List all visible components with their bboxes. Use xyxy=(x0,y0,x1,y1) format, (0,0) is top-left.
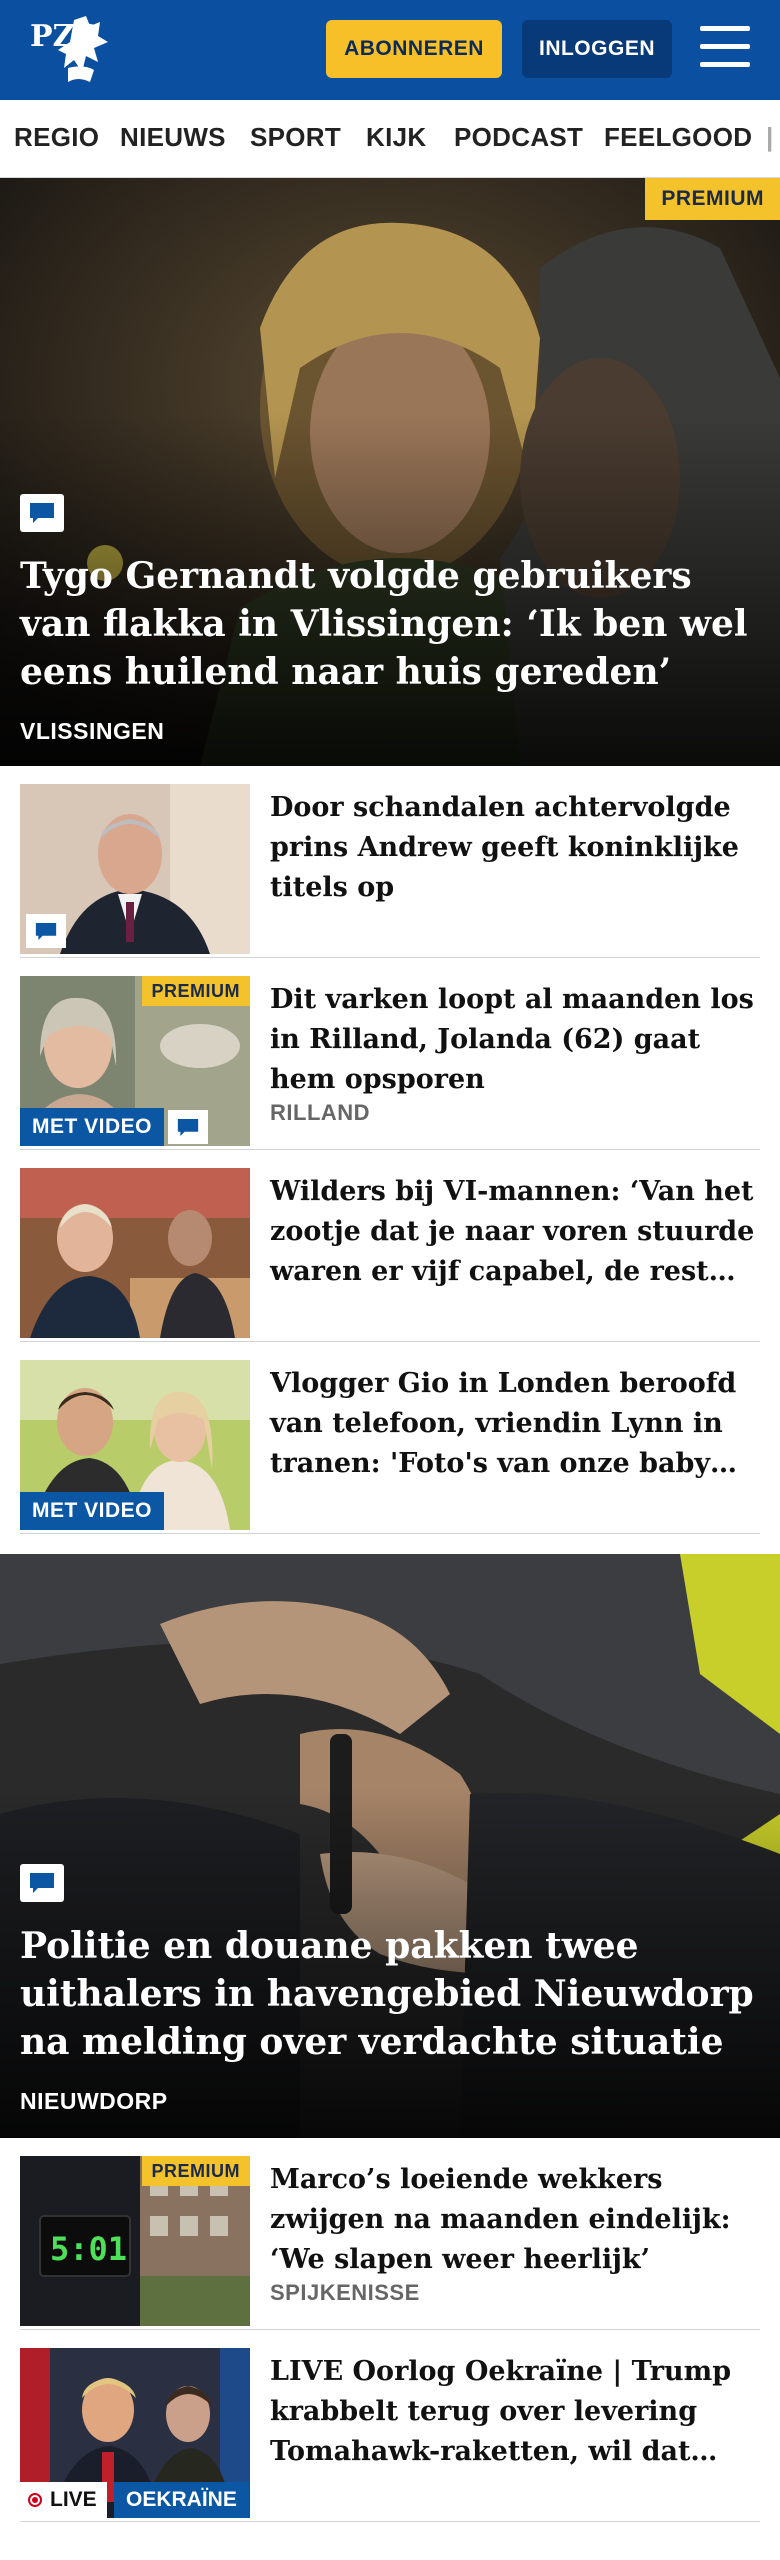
article-thumbnail xyxy=(20,1168,250,1338)
nav-item-podcast[interactable]: PODCAST xyxy=(454,122,583,153)
hero-article-tygo[interactable]: PREMIUM Tygo Gernandt volgde gebruikers … xyxy=(0,178,780,766)
list-item[interactable]: 5:01 PREMIUM Marco’s loeiende wekkers zw… xyxy=(20,2138,760,2330)
article-thumbnail: PREMIUM MET VIDEO xyxy=(20,976,250,1146)
list-item[interactable]: Door schandalen achtervolgde prins Andre… xyxy=(20,766,760,958)
article-thumbnail: MET VIDEO xyxy=(20,1360,250,1530)
list-item[interactable]: Wilders bij VI-mannen: ‘Van het zootje d… xyxy=(20,1150,760,1342)
article-title[interactable]: Dit varken loopt al maanden los in Rilla… xyxy=(270,980,760,1100)
article-location-tag: RILLAND xyxy=(270,1100,371,1125)
video-badge: MET VIDEO xyxy=(20,1492,165,1530)
article-thumbnail: LIVE OEKRAÏNE xyxy=(20,2348,250,2518)
topic-badge: OEKRAÏNE xyxy=(114,2482,249,2518)
pzc-logo[interactable]: PZC xyxy=(28,12,112,88)
clock-display: 5:01 xyxy=(50,2230,127,2268)
article-title[interactable]: Marco’s loeiende wekkers zwijgen na maan… xyxy=(270,2160,760,2280)
comment-icon[interactable] xyxy=(26,914,66,948)
article-thumbnail: 5:01 PREMIUM xyxy=(20,2156,250,2326)
list-item[interactable]: MET VIDEO Vlogger Gio in Londen beroofd … xyxy=(20,1342,760,1534)
nav-item-regio[interactable]: REGIO xyxy=(14,122,99,153)
article-location-tag: SPIJKENISSE xyxy=(270,2280,420,2305)
premium-badge: PREMIUM xyxy=(141,976,250,1006)
nav-overflow-indicator: | xyxy=(766,122,774,152)
comment-icon[interactable] xyxy=(20,1864,64,1902)
hero-location-tag: VLISSINGEN xyxy=(20,718,165,744)
article-title[interactable]: Door schandalen achtervolgde prins Andre… xyxy=(270,788,760,908)
nav-item-sport[interactable]: SPORT xyxy=(250,122,341,153)
list-item[interactable]: PREMIUM MET VIDEO Dit varken loopt al ma… xyxy=(20,958,760,1150)
nav-item-nieuws[interactable]: NIEUWS xyxy=(120,122,226,153)
hero-article-nieuwdorp[interactable]: Politie en douane pakken twee uithalers … xyxy=(0,1554,780,2138)
hero-title[interactable]: Tygo Gernandt volgde gebruikers van flak… xyxy=(20,552,760,696)
article-title[interactable]: Wilders bij VI-mannen: ‘Van het zootje d… xyxy=(270,1172,760,1292)
nav-item-kijk[interactable]: KIJK xyxy=(366,122,426,153)
premium-badge: PREMIUM xyxy=(141,2156,250,2186)
live-badge: LIVE xyxy=(20,2482,107,2518)
site-header: PZC ABONNEREN INLOGGEN xyxy=(0,0,780,100)
live-label: LIVE xyxy=(50,2488,97,2511)
hero-location-tag: NIEUWDORP xyxy=(20,2088,168,2114)
premium-badge: PREMIUM xyxy=(645,178,780,220)
comment-icon[interactable] xyxy=(20,494,64,532)
menu-icon[interactable] xyxy=(700,26,750,72)
list-item[interactable]: LIVE OEKRAÏNE LIVE Oorlog Oekraïne | Tru… xyxy=(20,2330,760,2522)
article-title[interactable]: LIVE Oorlog Oekraïne | Trump krabbelt te… xyxy=(270,2352,760,2472)
article-thumbnail xyxy=(20,784,250,954)
section-nav: REGIO NIEUWS SPORT KIJK PODCAST FEELGOOD… xyxy=(0,100,780,178)
login-button[interactable]: INLOGGEN xyxy=(522,20,672,78)
video-badge: MET VIDEO xyxy=(20,1108,165,1146)
article-title[interactable]: Vlogger Gio in Londen beroofd van telefo… xyxy=(270,1364,760,1484)
comment-icon[interactable] xyxy=(168,1110,208,1144)
nav-item-feelgood[interactable]: FEELGOOD xyxy=(604,122,752,153)
hero-title[interactable]: Politie en douane pakken twee uithalers … xyxy=(20,1922,760,2066)
subscribe-button[interactable]: ABONNEREN xyxy=(326,20,502,78)
live-dot-icon xyxy=(28,2493,42,2507)
